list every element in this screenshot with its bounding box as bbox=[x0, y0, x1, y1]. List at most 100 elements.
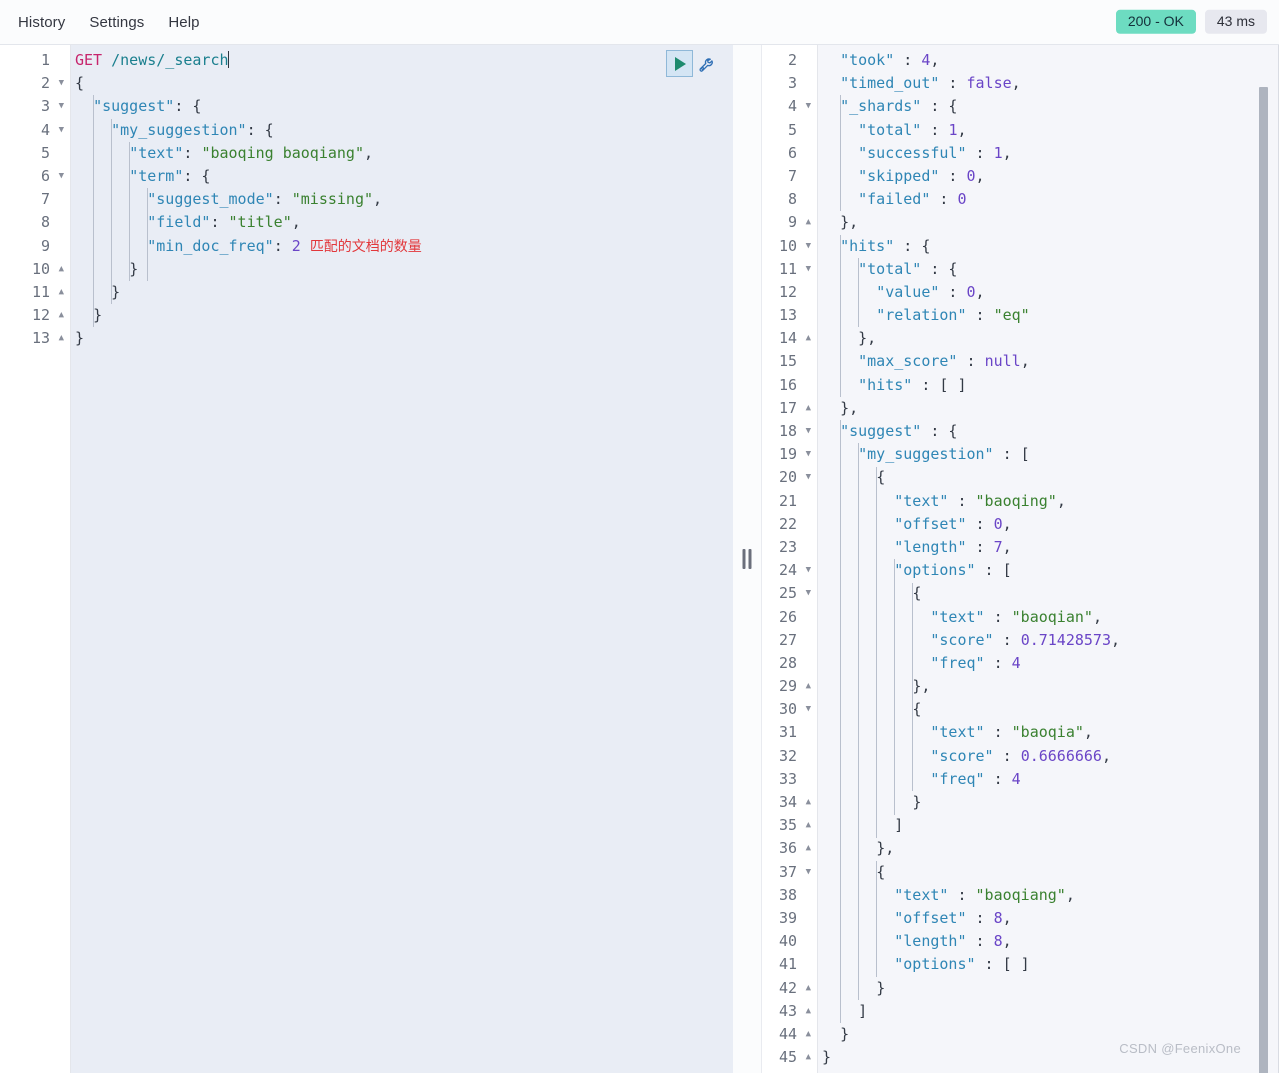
token-key: "score" bbox=[930, 746, 994, 765]
fold-up-icon[interactable]: ▲ bbox=[806, 977, 811, 1000]
token-key: "suggest_mode" bbox=[147, 190, 274, 209]
response-time-badge: 43 ms bbox=[1204, 9, 1267, 35]
code-line: "suggest": { bbox=[71, 95, 733, 118]
fold-up-icon[interactable]: ▲ bbox=[806, 791, 811, 814]
fold-up-icon[interactable]: ▲ bbox=[806, 211, 811, 234]
fold-down-icon[interactable]: ▼ bbox=[806, 420, 811, 443]
response-viewer[interactable]: "took" : 4, "timed_out" : false, "_shard… bbox=[818, 45, 1279, 1073]
token-str: "baoqing baoqiang" bbox=[201, 143, 364, 162]
token-key: "my_suggestion" bbox=[111, 120, 247, 139]
token-punc: : { bbox=[921, 422, 958, 440]
code-line: "text": "baoqing baoqiang", bbox=[71, 142, 733, 165]
fold-up-icon[interactable]: ▲ bbox=[59, 304, 64, 327]
token-key: "length" bbox=[894, 537, 967, 556]
fold-up-icon[interactable]: ▲ bbox=[59, 258, 64, 281]
fold-down-icon[interactable]: ▼ bbox=[59, 119, 64, 142]
fold-down-icon[interactable]: ▼ bbox=[806, 95, 811, 118]
token-punc: : { bbox=[921, 97, 958, 116]
fold-up-icon[interactable]: ▲ bbox=[806, 837, 811, 860]
token-key: "took" bbox=[840, 51, 895, 69]
code-line: { bbox=[818, 698, 1279, 721]
fold-up-icon[interactable]: ▲ bbox=[806, 814, 811, 837]
scrollbar-thumb[interactable] bbox=[1259, 87, 1268, 1073]
fold-down-icon[interactable]: ▼ bbox=[806, 466, 811, 489]
token-punc: : { bbox=[174, 97, 202, 116]
line-number: 10 ▲ bbox=[0, 258, 70, 281]
code-line: ] bbox=[818, 814, 1279, 837]
code-line: "score" : 0.71428573, bbox=[818, 629, 1279, 652]
token-punc: : bbox=[984, 607, 1012, 626]
token-key: "length" bbox=[894, 932, 967, 951]
fold-up-icon[interactable]: ▲ bbox=[59, 327, 64, 350]
token-punc: : [ bbox=[975, 561, 1012, 580]
wrench-icon bbox=[699, 57, 713, 72]
token-punc: }, bbox=[912, 677, 931, 696]
fold-up-icon[interactable]: ▲ bbox=[806, 397, 811, 420]
token-str: "eq" bbox=[993, 306, 1030, 325]
menu-item-help[interactable]: Help bbox=[168, 14, 199, 31]
token-num: 7 bbox=[993, 537, 1003, 556]
fold-up-icon[interactable]: ▲ bbox=[806, 1023, 811, 1046]
token-punc: : bbox=[993, 630, 1021, 649]
code-line: "text" : "baoqia", bbox=[818, 721, 1279, 744]
token-key: "total" bbox=[858, 120, 922, 139]
fold-down-icon[interactable]: ▼ bbox=[59, 165, 64, 188]
token-url: /news/_search bbox=[111, 51, 229, 69]
line-number: 5 bbox=[40, 143, 50, 162]
fold-down-icon[interactable]: ▼ bbox=[806, 258, 811, 281]
line-number: 3 bbox=[787, 74, 797, 93]
fold-up-icon[interactable]: ▲ bbox=[806, 675, 811, 698]
line-number: 39 bbox=[778, 908, 797, 927]
code-line: "length" : 8, bbox=[818, 930, 1279, 953]
wrench-menu-button[interactable] bbox=[695, 51, 721, 77]
code-line: "failed" : 0 bbox=[818, 188, 1279, 211]
token-punc: { bbox=[75, 74, 85, 93]
menu-item-settings[interactable]: Settings bbox=[89, 14, 144, 31]
token-punc: , bbox=[975, 282, 985, 301]
fold-down-icon[interactable]: ▼ bbox=[806, 559, 811, 582]
token-punc: { bbox=[876, 468, 886, 487]
fold-down-icon[interactable]: ▼ bbox=[806, 235, 811, 258]
line-number: 9 bbox=[40, 236, 50, 255]
response-scrollbar[interactable] bbox=[1259, 45, 1268, 1073]
fold-down-icon[interactable]: ▼ bbox=[806, 698, 811, 721]
fold-down-icon[interactable]: ▼ bbox=[806, 582, 811, 605]
token-punc: ] bbox=[858, 1001, 868, 1020]
code-line: } bbox=[71, 327, 733, 350]
line-number: 34 ▲ bbox=[762, 791, 817, 814]
fold-down-icon[interactable]: ▼ bbox=[59, 95, 64, 118]
token-punc: { bbox=[912, 584, 922, 603]
request-editor[interactable]: GET /news/_search{ "suggest": { "my_sugg… bbox=[71, 45, 733, 1073]
menu-item-history[interactable]: History bbox=[18, 14, 65, 31]
fold-up-icon[interactable]: ▲ bbox=[806, 327, 811, 350]
fold-up-icon[interactable]: ▲ bbox=[806, 1046, 811, 1069]
fold-up-icon[interactable]: ▲ bbox=[59, 281, 64, 304]
fold-down-icon[interactable]: ▼ bbox=[806, 443, 811, 466]
line-number: 22 bbox=[778, 514, 797, 533]
code-line: "offset" : 8, bbox=[818, 907, 1279, 930]
code-line: "min_doc_freq": 2 匹配的文档的数量 bbox=[71, 235, 733, 258]
code-line: "offset" : 0, bbox=[818, 513, 1279, 536]
fold-up-icon[interactable]: ▲ bbox=[806, 1000, 811, 1023]
line-number: 46 bbox=[762, 1069, 817, 1073]
token-num: 2 bbox=[291, 236, 301, 255]
fold-down-icon[interactable]: ▼ bbox=[806, 861, 811, 884]
line-number: 30 ▼ bbox=[762, 698, 817, 721]
line-number: 28 bbox=[778, 653, 797, 672]
token-num: 0.71428573 bbox=[1020, 630, 1111, 649]
console-app: History Settings Help 200 - OK 43 ms 1 2 ▼… bbox=[0, 0, 1279, 1073]
code-line: } bbox=[71, 258, 733, 281]
code-line: "_shards" : { bbox=[818, 95, 1279, 118]
send-request-button[interactable] bbox=[666, 50, 693, 77]
code-line: } bbox=[818, 791, 1279, 814]
pane-splitter[interactable] bbox=[733, 45, 762, 1073]
line-number: 7 bbox=[40, 190, 50, 209]
token-punc: : bbox=[939, 74, 967, 93]
fold-down-icon[interactable]: ▼ bbox=[59, 72, 64, 95]
splitter-grip-icon bbox=[742, 549, 752, 569]
